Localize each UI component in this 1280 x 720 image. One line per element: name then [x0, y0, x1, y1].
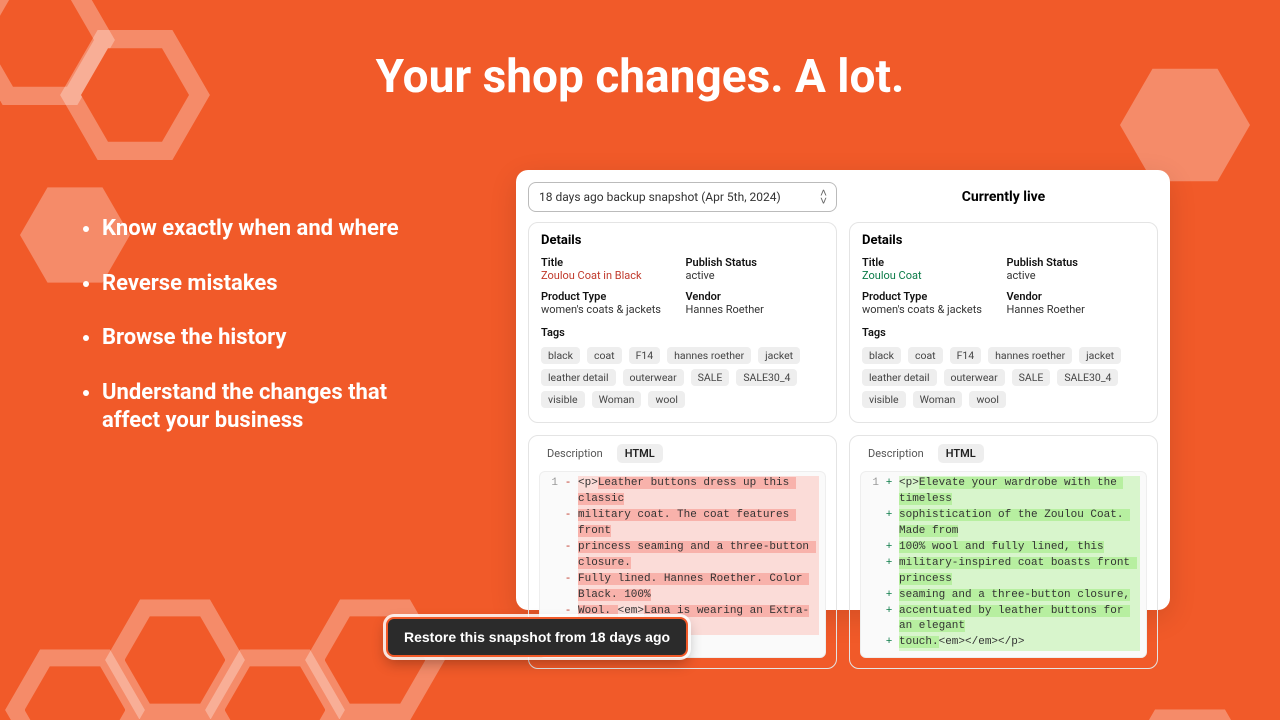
field-label-title: Title [541, 256, 680, 269]
tag-pill: SALE30_4 [1057, 369, 1118, 386]
line-number: 1 [867, 476, 879, 508]
snapshot-select[interactable]: 18 days ago backup snapshot (Apr 5th, 20… [528, 182, 837, 212]
tag-pill: SALE [1012, 369, 1051, 386]
snapshot-publish-status-value: active [686, 269, 825, 282]
field-label-tags: Tags [541, 326, 824, 339]
live-vendor-value: Hannes Roether [1007, 303, 1146, 316]
tag-pill: jacket [1079, 347, 1121, 364]
tag-pill: hannes roether [667, 347, 751, 364]
tag-pill: coat [908, 347, 943, 364]
tag-pill: F14 [950, 347, 982, 364]
field-label-vendor: Vendor [1007, 290, 1146, 303]
feature-bullets: Know exactly when and where Reverse mist… [78, 215, 448, 462]
bullet-item: Browse the history [102, 324, 448, 353]
tag-pill: hannes roether [988, 347, 1072, 364]
hexagon-decoration [1120, 700, 1260, 720]
tag-pill: wool [969, 391, 1005, 408]
diff-panel: 18 days ago backup snapshot (Apr 5th, 20… [516, 170, 1170, 610]
tag-pill: SALE [691, 369, 730, 386]
restore-snapshot-button[interactable]: Restore this snapshot from 18 days ago [386, 617, 688, 657]
details-heading: Details [862, 233, 1145, 248]
tag-pill: outerwear [623, 369, 684, 386]
bullet-item: Reverse mistakes [102, 270, 448, 299]
tab-description[interactable]: Description [539, 444, 611, 463]
tag-pill: black [862, 347, 901, 364]
tag-pill: jacket [758, 347, 800, 364]
tag-pill: leather detail [541, 369, 616, 386]
snapshot-product-type-value: women's coats & jackets [541, 303, 680, 316]
bullet-item: Know exactly when and where [102, 215, 448, 244]
field-label-product-type: Product Type [862, 290, 1001, 303]
live-product-type-value: women's coats & jackets [862, 303, 1001, 316]
live-publish-status-value: active [1007, 269, 1146, 282]
snapshot-tags: Tags black coat F14 hannes roether jacke… [541, 326, 824, 410]
field-label-vendor: Vendor [686, 290, 825, 303]
snapshot-vendor-value: Hannes Roether [686, 303, 825, 316]
tag-pill: black [541, 347, 580, 364]
tag-pill: visible [862, 391, 906, 408]
tag-pill: Woman [592, 391, 642, 408]
tag-pill: SALE30_4 [736, 369, 797, 386]
tag-pill: coat [587, 347, 622, 364]
live-details-card: Details Title Zoulou Coat Publish Status… [849, 222, 1158, 423]
details-heading: Details [541, 233, 824, 248]
tab-html[interactable]: HTML [617, 444, 663, 463]
chevron-updown-icon: ˄˅ [820, 189, 826, 205]
tab-html[interactable]: HTML [938, 444, 984, 463]
snapshot-title-value: Zoulou Coat in Black [541, 269, 680, 282]
tag-pill: F14 [629, 347, 661, 364]
tag-pill: visible [541, 391, 585, 408]
field-label-publish-status: Publish Status [1007, 256, 1146, 269]
field-label-tags: Tags [862, 326, 1145, 339]
tag-pill: wool [648, 391, 684, 408]
bullet-item: Understand the changes that affect your … [102, 379, 448, 436]
live-description-card: Description HTML 1+<p>Elevate your wardr… [849, 435, 1158, 669]
snapshot-select-value: 18 days ago backup snapshot (Apr 5th, 20… [539, 190, 781, 204]
tag-pill: outerwear [944, 369, 1005, 386]
line-number: 1 [546, 476, 558, 508]
field-label-product-type: Product Type [541, 290, 680, 303]
field-label-title: Title [862, 256, 1001, 269]
tag-pill: Woman [913, 391, 963, 408]
live-tags: Tags black coat F14 hannes roether jacke… [862, 326, 1145, 410]
page-headline: Your shop changes. A lot. [0, 50, 1280, 104]
live-title-value: Zoulou Coat [862, 269, 1001, 282]
currently-live-label: Currently live [849, 189, 1158, 205]
snapshot-details-card: Details Title Zoulou Coat in Black Publi… [528, 222, 837, 423]
field-label-publish-status: Publish Status [686, 256, 825, 269]
tag-pill: leather detail [862, 369, 937, 386]
tab-description[interactable]: Description [860, 444, 932, 463]
diff-code-added: 1+<p>Elevate your wardrobe with the time… [860, 471, 1147, 658]
